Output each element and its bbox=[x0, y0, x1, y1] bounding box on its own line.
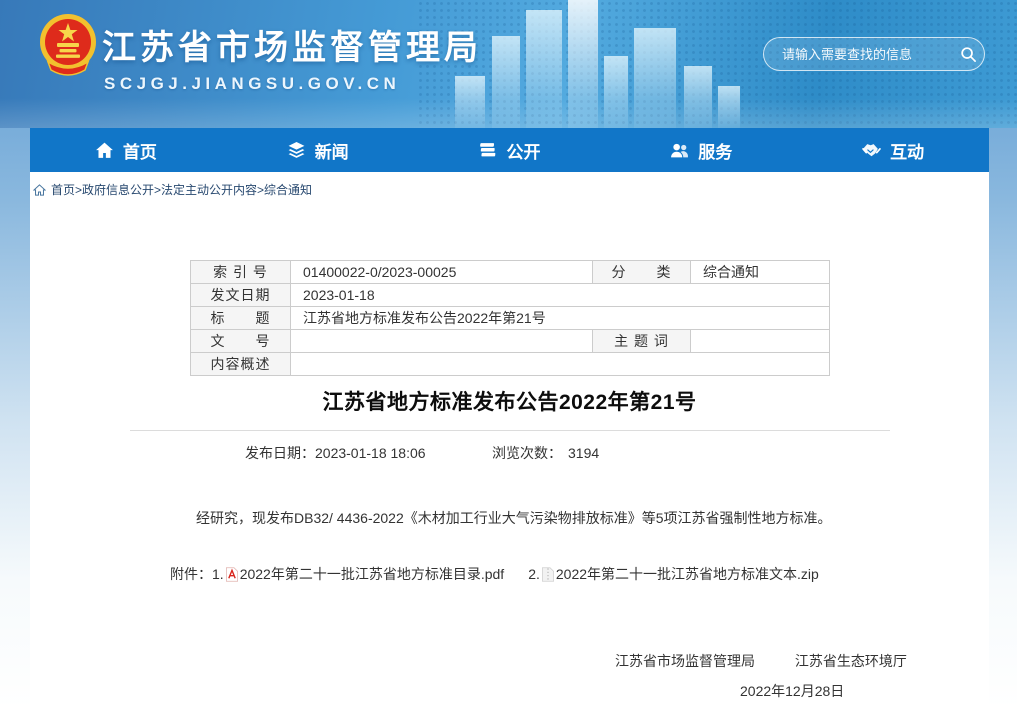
layers-icon bbox=[287, 141, 306, 160]
nav-item-services[interactable]: 服务 bbox=[605, 128, 797, 172]
main-nav: 首页 新闻 公开 服务 互动 bbox=[30, 128, 989, 172]
table-row: 索 引 号 01400022-0/2023-00025 分 类 综合通知 bbox=[191, 261, 830, 284]
title-value: 江苏省地方标准发布公告2022年第21号 bbox=[291, 307, 830, 330]
handshake-icon bbox=[862, 141, 881, 160]
index-label: 索 引 号 bbox=[191, 261, 291, 284]
book-icon bbox=[478, 141, 497, 160]
site-header: 江苏省市场监督管理局 SCJGJ.JIANGSU.GOV.CN bbox=[0, 0, 1017, 128]
article-title: 江苏省地方标准发布公告2022年第21号 bbox=[30, 386, 989, 416]
nav-label: 公开 bbox=[506, 138, 540, 163]
summary-value bbox=[291, 353, 830, 376]
index-value: 01400022-0/2023-00025 bbox=[291, 261, 593, 284]
nav-item-news[interactable]: 新闻 bbox=[222, 128, 414, 172]
site-title: 江苏省市场监督管理局 bbox=[102, 20, 482, 69]
site-domain: SCJGJ.JIANGSU.GOV.CN bbox=[104, 74, 400, 94]
publish-date: 发布日期：2023-01-18 18:06 bbox=[245, 443, 426, 463]
nav-label: 服务 bbox=[698, 138, 732, 163]
table-row: 发文日期 2023-01-18 bbox=[191, 284, 830, 307]
document-info-table: 索 引 号 01400022-0/2023-00025 分 类 综合通知 发文日… bbox=[190, 260, 830, 376]
breadcrumb[interactable]: 首页>政府信息公开>法定主动公开内容>综合通知 bbox=[33, 181, 312, 198]
category-value: 综合通知 bbox=[691, 261, 830, 284]
table-row: 内容概述 bbox=[191, 353, 830, 376]
keywords-value bbox=[691, 330, 830, 353]
site-search[interactable] bbox=[763, 37, 985, 71]
search-icon[interactable] bbox=[960, 46, 977, 63]
breadcrumb-text: 首页>政府信息公开>法定主动公开内容>综合通知 bbox=[51, 181, 312, 198]
attachment-link-pdf[interactable]: 1. 2022年第二十一批江苏省地方标准目录.pdf bbox=[212, 564, 504, 584]
signature-agency: 江苏省市场监督管理局 bbox=[615, 653, 755, 669]
pdf-icon bbox=[225, 567, 239, 582]
nav-label: 互动 bbox=[890, 138, 924, 163]
category-label: 分 类 bbox=[593, 261, 691, 284]
nav-label: 新闻 bbox=[315, 138, 349, 163]
article-body: 经研究，现发布DB32/ 4436-2022《木材加工行业大气污染物排放标准》等… bbox=[196, 508, 916, 528]
nav-label: 首页 bbox=[123, 138, 157, 163]
table-row: 标 题 江苏省地方标准发布公告2022年第21号 bbox=[191, 307, 830, 330]
issue-date-label: 发文日期 bbox=[191, 284, 291, 307]
view-count: 浏览次数：3194 bbox=[492, 443, 599, 463]
users-icon bbox=[670, 141, 689, 160]
title-label: 标 题 bbox=[191, 307, 291, 330]
summary-label: 内容概述 bbox=[191, 353, 291, 376]
signature-date: 2022年12月28日 bbox=[740, 681, 844, 701]
zip-icon bbox=[541, 567, 555, 582]
doc-number-label: 文 号 bbox=[191, 330, 291, 353]
signature-row: 江苏省市场监督管理局 江苏省生态环境厅 bbox=[615, 651, 907, 671]
nav-item-home[interactable]: 首页 bbox=[30, 128, 222, 172]
home-icon bbox=[33, 184, 46, 196]
national-emblem-logo bbox=[38, 12, 98, 82]
attachments-row: 附件： 1. 2022年第二十一批江苏省地方标准目录.pdf 2. 2022年第… bbox=[170, 564, 819, 584]
title-divider bbox=[130, 430, 890, 431]
nav-item-open-gov[interactable]: 公开 bbox=[414, 128, 606, 172]
nav-item-interaction[interactable]: 互动 bbox=[797, 128, 989, 172]
issue-date-value: 2023-01-18 bbox=[291, 284, 830, 307]
home-icon bbox=[95, 141, 114, 160]
doc-number-value bbox=[291, 330, 593, 353]
search-input[interactable] bbox=[780, 46, 960, 63]
attachment-link-zip[interactable]: 2. 2022年第二十一批江苏省地方标准文本.zip bbox=[528, 564, 819, 584]
signature-agency: 江苏省生态环境厅 bbox=[795, 653, 907, 669]
table-row: 文 号 主 题 词 bbox=[191, 330, 830, 353]
keywords-label: 主 题 词 bbox=[593, 330, 691, 353]
content-panel: 首页>政府信息公开>法定主动公开内容>综合通知 索 引 号 01400022-0… bbox=[30, 172, 989, 709]
attachments-label: 附件： bbox=[170, 564, 212, 584]
